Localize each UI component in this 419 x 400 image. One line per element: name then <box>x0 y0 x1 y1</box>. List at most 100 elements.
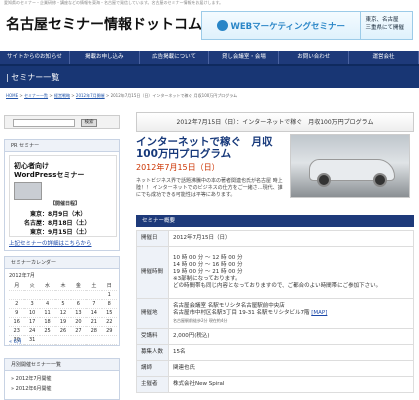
calendar-day[interactable]: 14 <box>86 308 102 318</box>
calendar-day[interactable]: 12 <box>55 308 71 318</box>
calendar-weekday: 日 <box>101 281 117 291</box>
calendar-day[interactable]: 2 <box>9 299 25 309</box>
calendar-day[interactable]: 8 <box>101 299 117 309</box>
globe-icon <box>217 20 229 31</box>
calendar-day[interactable]: 1 <box>101 290 117 300</box>
calendar-day[interactable]: 13 <box>70 308 87 318</box>
info-row: 受講料 2,000円(税込) <box>136 328 414 345</box>
banner-location-1: 東京、名古屋 <box>365 17 399 23</box>
breadcrumb-current: 2012年7月15日（日）インターネットで稼ぐ 月収100万円プログラム <box>110 93 238 98</box>
calendar-day[interactable]: 24 <box>24 326 40 336</box>
calendar-day[interactable]: 3 <box>24 299 40 309</box>
nav-item-apply[interactable]: 掲載お申し込み <box>70 51 140 64</box>
calendar-day[interactable]: 10 <box>24 308 40 318</box>
calendar-day[interactable]: 16 <box>9 317 25 327</box>
related-item[interactable]: » 2012年6月開催 <box>11 385 52 392</box>
breadcrumb-sep: > <box>49 93 53 98</box>
calendar-week: 16 17 18 19 20 21 22 <box>9 317 117 327</box>
calendar-day[interactable]: 9 <box>9 308 25 318</box>
banner-location-2: 三重県にて開催 <box>365 25 404 31</box>
calendar-day[interactable]: 5 <box>55 299 71 309</box>
nav-item-advertise[interactable]: 広告掲載について <box>140 51 210 64</box>
breadcrumb-month[interactable]: 2012年7月開催 <box>76 93 105 98</box>
calendar-weekday: 水 <box>39 281 56 291</box>
info-row: 開催地 名古屋会議室 名駅モリシタ名古屋駅前中央店 名古屋市中村区名駅3丁目 19… <box>136 298 414 329</box>
calendar-weekday: 月 <box>9 281 25 291</box>
calendar-day[interactable]: 31 <box>24 335 40 345</box>
calendar-day[interactable]: 6 <box>70 299 87 309</box>
calendar-day[interactable]: 4 <box>39 299 56 309</box>
info-row: 募集人数 15名 <box>136 344 414 361</box>
calendar-day <box>86 335 102 345</box>
calendar-day[interactable]: 18 <box>39 317 56 327</box>
car-wheel <box>373 173 387 187</box>
web-marketing-banner[interactable]: WEBマーケティングセミナー 東京、名古屋 三重県にて開催 <box>201 11 413 40</box>
calendar-table: 月 火 水 木 金 土 日 1 2 3 4 5 6 7 8 9 10 11 12 13 14 15 16 17 1… <box>9 281 117 345</box>
banner-title: WEBマーケティングセミナー <box>230 21 345 32</box>
seminar-title: インターネットで稼ぐ 月収100万円プログラム <box>136 136 273 160</box>
calendar-weekday: 火 <box>24 281 40 291</box>
info-value: 2,000円(税込) <box>168 328 414 345</box>
related-item[interactable]: » 2012年7月開催 <box>11 375 52 382</box>
info-value: 15名 <box>168 344 414 361</box>
calendar-week: 2345678 <box>9 299 117 309</box>
calendar-month: 2012年7月 <box>9 273 35 279</box>
pr-date-2: 名古屋：8月18日（土） <box>24 220 91 227</box>
info-value: 株式会社New Spiral <box>168 376 414 393</box>
search-input[interactable] <box>13 119 75 127</box>
info-value: 2012年7月15日（日） <box>168 230 414 247</box>
calendar-day[interactable]: 15 <box>101 308 117 318</box>
calendar-day[interactable]: 27 <box>70 326 87 336</box>
breadcrumb-category[interactable]: 経営戦略 <box>54 93 70 98</box>
calendar-day[interactable]: 17 <box>24 317 40 327</box>
info-key: 受講料 <box>136 328 169 345</box>
calendar-weekday: 金 <box>70 281 87 291</box>
calendar-day[interactable]: 23 <box>9 326 25 336</box>
calendar-day[interactable]: 28 <box>86 326 102 336</box>
nav-item-news[interactable]: サイトからのお知らせ <box>0 51 70 64</box>
calendar-day <box>70 335 87 345</box>
calendar-day[interactable]: 20 <box>70 317 87 327</box>
calendar-prev-link[interactable]: « 6月 <box>9 338 22 345</box>
calendar-day[interactable]: 21 <box>86 317 102 327</box>
pr-detail-link[interactable]: 上記セミナーの詳細はこちらから <box>9 239 92 247</box>
calendar-day[interactable]: 26 <box>55 326 71 336</box>
calendar-day[interactable]: 29 <box>101 326 117 336</box>
info-row: 講師 関連也氏 <box>136 360 414 377</box>
calendar-day[interactable]: 11 <box>39 308 56 318</box>
search-box: 検索 <box>4 115 120 129</box>
pr-banner[interactable]: 初心者向け WordPressセミナー 【開催日程】 東京：8月9日（木） 名古屋… <box>9 155 117 237</box>
calendar-day[interactable]: 22 <box>101 317 117 327</box>
nav-item-contact[interactable]: お問い合わせ <box>279 51 350 64</box>
pr-title-1: 初心者向け <box>14 162 49 170</box>
calendar-day[interactable]: 25 <box>39 326 56 336</box>
info-row: 主催者 株式会社New Spiral <box>136 376 414 393</box>
calendar-day <box>70 290 87 300</box>
info-value: 関連也氏 <box>168 360 414 377</box>
calendar-day <box>86 290 102 300</box>
calendar-week: 23 24 25 26 27 28 29 <box>9 326 117 336</box>
breadcrumb-list[interactable]: セミナー一覧 <box>24 93 48 98</box>
calendar-day <box>24 290 40 300</box>
info-key: 開催日 <box>136 230 169 247</box>
overview-heading: セミナー概要 <box>136 215 414 227</box>
main-content: 2012年7月15日（日）：インターネットで稼ぐ 月収100万円プログラム イン… <box>136 112 414 400</box>
calendar-day[interactable]: 7 <box>86 299 102 309</box>
info-key: 主催者 <box>136 376 169 393</box>
related-heading: 月別開催セミナー一覧 <box>5 359 119 371</box>
seminar-calendar: セミナーカレンダー 2012年7月 月 火 水 木 金 土 日 12345678… <box>4 256 120 346</box>
section-header: | セミナー一覧 <box>0 64 419 88</box>
pr-schedule-heading: 【開催日程】 <box>50 201 81 207</box>
calendar-day <box>55 290 71 300</box>
car-photo <box>290 134 410 198</box>
nav-item-company[interactable]: 運営会社 <box>349 51 419 64</box>
map-link[interactable]: [MAP] <box>311 310 327 316</box>
site-logo[interactable]: 名古屋セミナー情報ドットコム <box>6 14 202 34</box>
breadcrumb: HOME > セミナー一覧 > 経営戦略 > 2012年7月開催 > 2012年… <box>6 93 237 99</box>
search-button[interactable]: 検索 <box>81 119 97 127</box>
calendar-day[interactable]: 19 <box>55 317 71 327</box>
pr-seminar-box: PR セミナー 初心者向け WordPressセミナー 【開催日程】 東京：8月9… <box>4 139 120 251</box>
breadcrumb-sep: > <box>71 93 75 98</box>
nav-item-rooms[interactable]: 貸し会議室・会場 <box>209 51 280 64</box>
breadcrumb-home[interactable]: HOME <box>6 93 18 98</box>
